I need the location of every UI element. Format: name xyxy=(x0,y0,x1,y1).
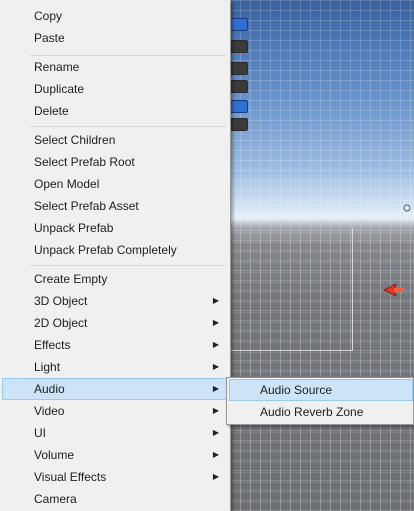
submenu-arrow-icon: ▶ xyxy=(212,406,219,415)
gizmo-icon xyxy=(229,100,248,113)
menu-item-ui[interactable]: UI ▶ xyxy=(2,422,228,444)
submenu-arrow-icon: ▶ xyxy=(212,472,219,481)
menu-item-label: Audio Source xyxy=(260,383,333,397)
submenu-arrow-icon: ▶ xyxy=(212,428,219,437)
menu-item-label: Select Children xyxy=(34,133,116,147)
audio-submenu: Audio Source Audio Reverb Zone xyxy=(226,377,414,425)
menu-item-light[interactable]: Light ▶ xyxy=(2,356,228,378)
menu-item-label: Audio xyxy=(34,382,65,396)
menu-item-rename[interactable]: Rename xyxy=(2,56,228,78)
menu-item-label: Audio Reverb Zone xyxy=(260,405,364,419)
menu-item-paste[interactable]: Paste xyxy=(2,27,228,49)
menu-item-unpack-prefab-completely[interactable]: Unpack Prefab Completely xyxy=(2,239,228,261)
menu-separator xyxy=(30,265,226,266)
menu-item-3d-object[interactable]: 3D Object ▶ xyxy=(2,290,228,312)
menu-item-label: Open Model xyxy=(34,177,100,191)
camera-frame-outline xyxy=(228,228,353,351)
menu-item-label: Light xyxy=(34,360,61,374)
menu-item-label: Select Prefab Asset xyxy=(34,199,139,213)
menu-item-label: Volume xyxy=(34,448,75,462)
menu-item-select-children[interactable]: Select Children xyxy=(2,129,228,151)
directional-arrow-icon xyxy=(383,283,404,297)
light-gizmo-icon xyxy=(403,204,411,212)
menu-item-label: Unpack Prefab Completely xyxy=(34,243,177,257)
menu-item-label: Copy xyxy=(34,9,63,23)
menu-item-camera[interactable]: Camera xyxy=(2,488,228,510)
menu-item-label: 2D Object xyxy=(34,316,88,330)
gizmo-icon xyxy=(229,118,248,131)
menu-item-label: Video xyxy=(34,404,65,418)
menu-item-label: Delete xyxy=(34,104,69,118)
menu-item-effects[interactable]: Effects ▶ xyxy=(2,334,228,356)
menu-item-open-model[interactable]: Open Model xyxy=(2,173,228,195)
menu-item-copy[interactable]: Copy xyxy=(2,5,228,27)
menu-item-video[interactable]: Video ▶ xyxy=(2,400,228,422)
submenu-arrow-icon: ▶ xyxy=(212,340,219,349)
menu-item-unpack-prefab[interactable]: Unpack Prefab xyxy=(2,217,228,239)
menu-item-duplicate[interactable]: Duplicate xyxy=(2,78,228,100)
menu-item-label: Effects xyxy=(34,338,71,352)
menu-item-audio[interactable]: Audio ▶ xyxy=(2,378,228,400)
menu-item-label: Select Prefab Root xyxy=(34,155,135,169)
menu-item-label: Unpack Prefab xyxy=(34,221,114,235)
gizmo-icon xyxy=(229,40,248,53)
menu-item-create-empty[interactable]: Create Empty xyxy=(2,268,228,290)
menu-item-label: Duplicate xyxy=(34,82,85,96)
gizmo-icon xyxy=(229,80,248,93)
submenu-arrow-icon: ▶ xyxy=(212,362,219,371)
menu-item-visual-effects[interactable]: Visual Effects ▶ xyxy=(2,466,228,488)
menu-item-select-prefab-asset[interactable]: Select Prefab Asset xyxy=(2,195,228,217)
menu-item-label: Create Empty xyxy=(34,272,108,286)
menu-item-delete[interactable]: Delete xyxy=(2,100,228,122)
submenu-arrow-icon: ▶ xyxy=(212,296,219,305)
menu-item-audio-reverb-zone[interactable]: Audio Reverb Zone xyxy=(229,401,413,423)
menu-item-label: Paste xyxy=(34,31,65,45)
menu-item-volume[interactable]: Volume ▶ xyxy=(2,444,228,466)
menu-item-label: Rename xyxy=(34,60,80,74)
gizmo-icon xyxy=(229,62,248,75)
menu-item-label: UI xyxy=(34,426,46,440)
menu-item-2d-object[interactable]: 2D Object ▶ xyxy=(2,312,228,334)
menu-item-select-prefab-root[interactable]: Select Prefab Root xyxy=(2,151,228,173)
menu-separator xyxy=(30,126,226,127)
submenu-arrow-icon: ▶ xyxy=(212,384,219,393)
menu-item-audio-source[interactable]: Audio Source xyxy=(229,379,413,401)
context-menu: Copy Paste Rename Duplicate Delete Selec… xyxy=(0,0,231,511)
submenu-arrow-icon: ▶ xyxy=(212,318,219,327)
gizmo-icon xyxy=(229,18,248,31)
menu-item-label: Camera xyxy=(34,492,77,506)
menu-item-label: Visual Effects xyxy=(34,470,107,484)
menu-item-label: 3D Object xyxy=(34,294,88,308)
submenu-arrow-icon: ▶ xyxy=(212,450,219,459)
